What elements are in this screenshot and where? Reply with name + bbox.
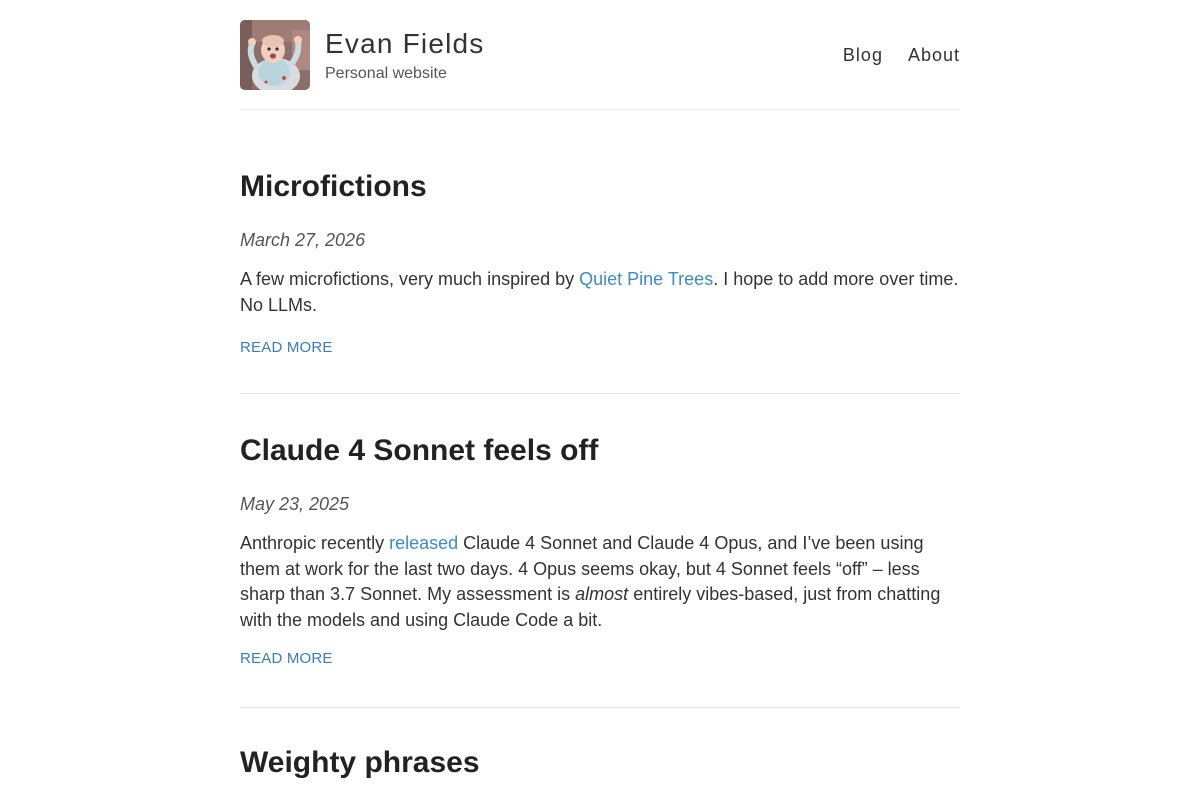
post-title[interactable]: Weighty phrases xyxy=(240,745,960,781)
baby-photo-avatar-icon xyxy=(240,20,310,90)
excerpt-emphasis: almost xyxy=(575,584,629,604)
excerpt-text: Anthropic recently xyxy=(240,533,390,553)
post-excerpt: Anthropic recently released Claude 4 Son… xyxy=(240,531,960,633)
post-title-text[interactable]: Claude 4 Sonnet feels off xyxy=(240,434,598,467)
post-title-text[interactable]: Weighty phrases xyxy=(240,746,480,779)
excerpt-link[interactable]: released xyxy=(389,533,458,553)
post-excerpt: A few microfictions, very much inspired … xyxy=(240,267,960,318)
site-title[interactable]: Evan Fields xyxy=(325,28,485,60)
post-title[interactable]: Microfictions xyxy=(240,169,960,205)
post-item: Claude 4 Sonnet feels off May 23, 2025 A… xyxy=(240,394,960,708)
avatar[interactable] xyxy=(240,20,310,90)
excerpt-link[interactable]: Quiet Pine Trees xyxy=(579,269,713,289)
post-item: Weighty phrases xyxy=(240,708,960,781)
site-header: Evan Fields Personal website Blog About xyxy=(240,0,960,110)
post-date: March 27, 2026 xyxy=(240,230,366,250)
read-more-link[interactable]: READ MORE xyxy=(240,339,333,357)
page-container: Evan Fields Personal website Blog About … xyxy=(240,0,960,781)
nav-link-about[interactable]: About xyxy=(908,44,960,66)
read-more-link[interactable]: READ MORE xyxy=(240,650,333,668)
post-item: Microfictions March 27, 2026 A few micro… xyxy=(240,110,960,394)
site-subtitle: Personal website xyxy=(325,65,447,82)
nav-link-blog[interactable]: Blog xyxy=(843,44,883,66)
post-title[interactable]: Claude 4 Sonnet feels off xyxy=(240,433,960,469)
post-date: May 23, 2025 xyxy=(240,494,350,514)
post-title-text[interactable]: Microfictions xyxy=(240,170,427,203)
excerpt-text: A few microfictions, very much inspired … xyxy=(240,269,580,289)
main-nav: Blog About xyxy=(843,44,960,66)
